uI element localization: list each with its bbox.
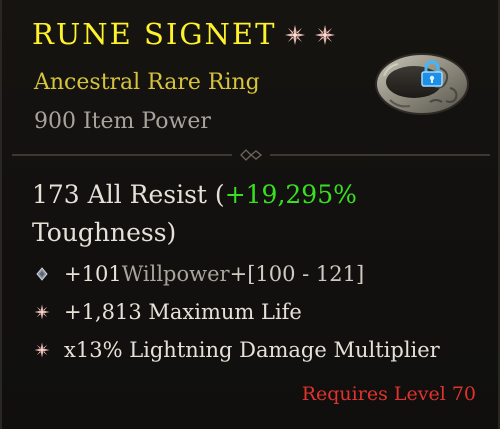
main-stat-value: 173 All Resist [32,180,207,209]
affix-value: +101 [64,262,122,286]
affix-value: +1,813 Maximum Life [64,300,302,324]
affix-list: +101 Willpower +[100 - 121] +1,813 Maxim… [34,255,484,369]
main-stat-suffix: Toughness) [32,218,177,247]
title-row: RUNE SIGNET [32,20,336,49]
item-tooltip: RUNE SIGNET Ancestral Rare Ring 900 Item… [0,0,500,429]
burst-star-icon [34,304,50,320]
item-type: Ancestral Rare Ring [34,70,260,95]
affix-row: +101 Willpower +[100 - 121] [34,255,484,293]
burst-star-icon [34,342,50,358]
level-requirement: Requires Level 70 [301,383,476,405]
main-stat-bonus: +19,295% [224,180,357,209]
affix-range: +[100 - 121] [229,262,365,286]
main-stat: 173 All Resist (+19,295% Toughness) [32,176,482,252]
main-stat-open-paren: ( [206,180,225,209]
item-power: 900 Item Power [34,109,211,134]
affix-name: Willpower [121,262,230,286]
section-divider [12,149,490,161]
item-name: RUNE SIGNET [32,17,277,51]
affix-row: x13% Lightning Damage Multiplier [34,331,484,369]
padlock-icon[interactable] [419,60,445,88]
diamond-bullet-icon [36,267,48,281]
gem-socket-star-icon [315,24,336,45]
affix-value: x13% Lightning Damage Multiplier [64,338,440,362]
gem-socket-star-icon [285,24,306,45]
gem-sockets [284,24,336,46]
affix-row: +1,813 Maximum Life [34,293,484,331]
